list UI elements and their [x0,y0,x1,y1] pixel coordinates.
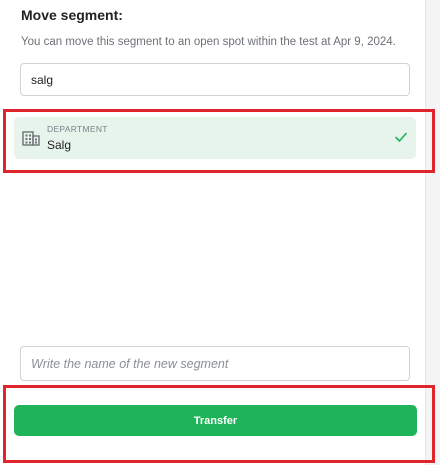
new-segment-name-input[interactable] [20,346,410,381]
building-icon [22,131,40,146]
panel-description: You can move this segment to an open spo… [21,36,396,48]
panel-title: Move segment: [21,7,123,23]
result-kind-label: DEPARTMENT [47,124,108,134]
transfer-button[interactable]: Transfer [14,405,417,436]
result-item-department-salg[interactable]: DEPARTMENT Salg [14,117,416,159]
result-name-label: Salg [47,138,72,152]
move-segment-panel: Move segment: You can move this segment … [0,0,426,465]
segment-search-input[interactable] [20,63,410,96]
scrollbar-track[interactable] [426,0,440,465]
check-icon [395,132,407,142]
